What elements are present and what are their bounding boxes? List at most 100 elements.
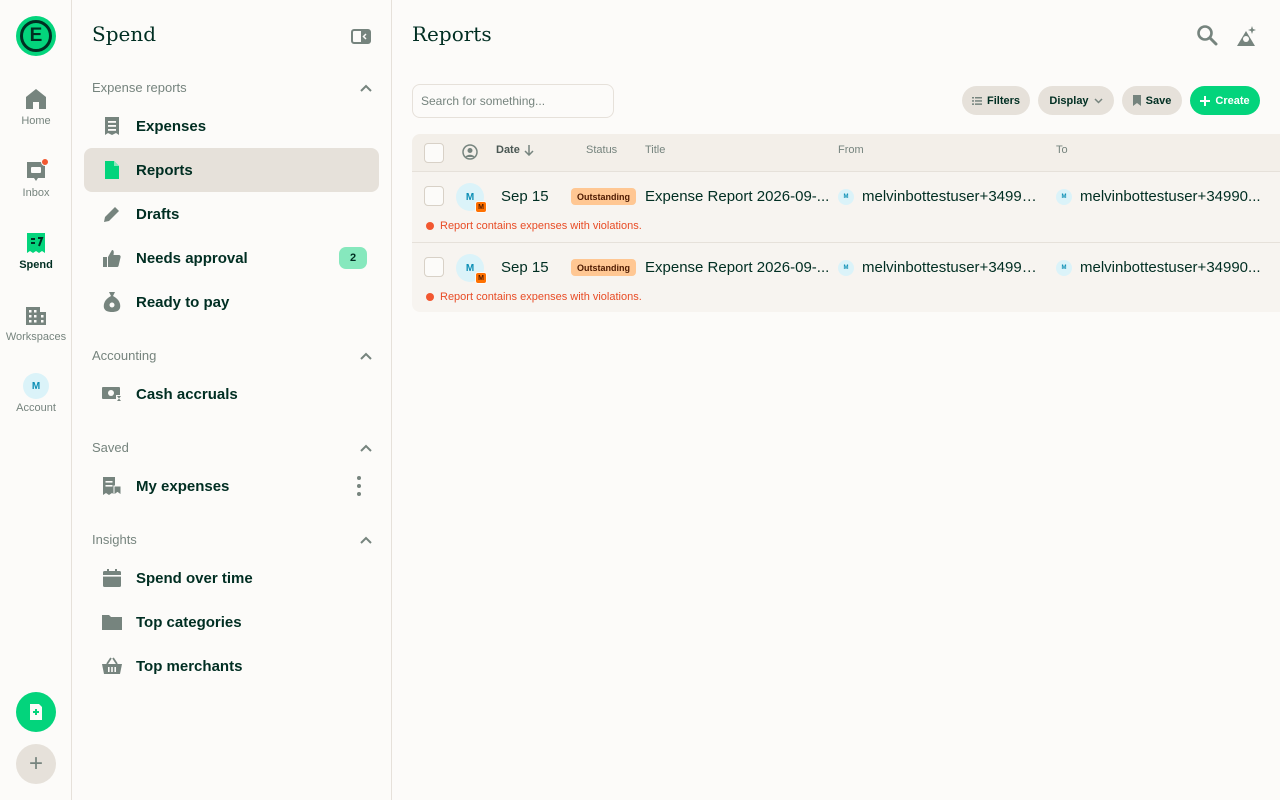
column-header-from[interactable]: From <box>838 144 864 156</box>
display-button[interactable]: Display <box>1038 86 1114 115</box>
sidebar-item-label: Drafts <box>136 205 180 223</box>
section-label: Insights <box>92 532 137 547</box>
sidebar-item-needs-approval[interactable]: Needs approval 2 <box>84 236 379 280</box>
column-header-status[interactable]: Status <box>586 144 617 156</box>
column-header-date[interactable]: Date <box>496 144 534 156</box>
saved-search-icon <box>100 474 124 498</box>
error-dot-icon <box>426 222 434 230</box>
save-button[interactable]: Save <box>1122 86 1182 115</box>
sidebar-item-top-categories[interactable]: Top categories <box>84 600 379 644</box>
money-bag-icon <box>100 290 124 314</box>
chevron-up-icon <box>360 536 372 544</box>
avatar: M M <box>456 183 487 213</box>
filters-button[interactable]: Filters <box>962 86 1030 115</box>
from-avatar: M <box>838 260 854 277</box>
rail-item-spend[interactable]: Spend <box>0 230 72 271</box>
create-button[interactable]: Create <box>1190 86 1260 115</box>
more-options-icon[interactable] <box>357 476 361 496</box>
search-icon[interactable] <box>1196 24 1220 48</box>
rail-label-spend: Spend <box>19 259 53 271</box>
search-input[interactable] <box>412 84 614 118</box>
to-text: melvinbottestuser+34990... <box>1080 259 1261 276</box>
collapse-sidebar-icon[interactable] <box>351 29 371 44</box>
building-icon <box>23 302 49 328</box>
row-checkbox[interactable] <box>424 186 444 206</box>
sidebar-item-spend-over-time[interactable]: Spend over time <box>84 556 379 600</box>
rail-label-home: Home <box>21 115 51 127</box>
section-label: Expense reports <box>92 80 187 95</box>
notification-dot <box>41 158 49 166</box>
inbox-icon <box>23 158 49 184</box>
date-cell: Sep 15 <box>501 188 549 205</box>
to-text: melvinbottestuser+34990... <box>1080 188 1261 205</box>
count-badge: 2 <box>339 247 367 269</box>
sidebar-item-expenses[interactable]: Expenses <box>84 104 379 148</box>
new-expense-button[interactable] <box>16 692 56 732</box>
page-title: Reports <box>412 22 492 46</box>
section-saved[interactable]: Saved <box>92 440 372 455</box>
rail-item-inbox[interactable]: Inbox <box>0 158 72 199</box>
avatar-letter: M <box>465 262 475 274</box>
sidebar-item-drafts[interactable]: Drafts <box>84 192 379 236</box>
avatar: M M <box>456 254 487 284</box>
error-dot-icon <box>426 293 434 301</box>
column-header-title[interactable]: Title <box>645 144 665 156</box>
sidebar-item-label: Needs approval <box>136 249 248 267</box>
sidebar-item-top-merchants[interactable]: Top merchants <box>84 644 379 688</box>
reports-table: Date Status Title From To M M Sep 15 Out… <box>412 134 1280 312</box>
document-icon <box>100 158 124 182</box>
create-label: Create <box>1215 94 1250 107</box>
to-cell: Mmelvinbottestuser+34990... <box>1056 188 1274 206</box>
plus-icon: + <box>28 750 43 777</box>
section-accounting[interactable]: Accounting <box>92 348 372 363</box>
chevron-down-icon <box>1094 97 1103 104</box>
row-checkbox[interactable] <box>424 257 444 277</box>
rail-item-workspaces[interactable]: Workspaces <box>0 302 72 343</box>
select-all-checkbox[interactable] <box>424 143 444 163</box>
column-header-to[interactable]: To <box>1056 144 1068 156</box>
arrow-down-icon <box>524 144 534 156</box>
navigation-rail: E Home Inbox Spend Workspaces M Account <box>0 0 72 800</box>
sidebar-item-my-expenses[interactable]: My expenses <box>84 464 379 508</box>
sidebar-item-ready-to-pay[interactable]: Ready to pay <box>84 280 379 324</box>
plus-icon <box>1200 95 1211 106</box>
save-label: Save <box>1145 94 1172 107</box>
rail-item-home[interactable]: Home <box>0 86 72 127</box>
calendar-icon <box>100 566 124 590</box>
logo-letter: E <box>20 20 52 52</box>
to-avatar: M <box>1056 189 1072 206</box>
rail-item-account[interactable]: M Account <box>0 373 72 414</box>
date-cell: Sep 15 <box>501 259 549 276</box>
table-row[interactable]: M M Sep 15 Outstanding Expense Report 20… <box>412 171 1280 242</box>
from-avatar: M <box>838 189 854 206</box>
chevron-up-icon <box>360 444 372 452</box>
section-insights[interactable]: Insights <box>92 532 372 547</box>
cash-accruals-icon <box>100 382 124 406</box>
rail-label-workspaces: Workspaces <box>5 331 67 343</box>
title-cell: Expense Report 2026-09-... <box>645 259 830 276</box>
section-label: Saved <box>92 440 129 455</box>
section-expense-reports[interactable]: Expense reports <box>92 80 372 95</box>
avatar-letter: M <box>465 191 475 203</box>
rail-label-inbox: Inbox <box>22 187 50 199</box>
table-header: Date Status Title From To <box>412 134 1280 171</box>
add-button[interactable]: + <box>16 744 56 784</box>
section-label: Accounting <box>92 348 157 363</box>
concierge-icon[interactable] <box>1234 24 1258 48</box>
receipt-icon <box>23 230 49 256</box>
shopping-basket-icon <box>100 654 124 678</box>
sidebar-item-cash-accruals[interactable]: Cash accruals <box>84 372 379 416</box>
from-cell: Mmelvinbottestuser+34990... <box>838 259 1042 277</box>
from-text: melvinbottestuser+34990... <box>862 188 1042 205</box>
sidebar-item-label: Expenses <box>136 117 207 135</box>
to-avatar: M <box>1056 260 1072 277</box>
sidebar-item-label: Reports <box>136 161 193 179</box>
status-badge: Outstanding <box>571 188 636 205</box>
table-row[interactable]: M M Sep 15 Outstanding Expense Report 20… <box>412 242 1280 312</box>
receipt-list-icon <box>100 114 124 138</box>
expensify-logo[interactable]: E <box>16 16 56 56</box>
violation-message: Report contains expenses with violations… <box>426 220 642 232</box>
display-label: Display <box>1049 94 1089 107</box>
sidebar-item-reports[interactable]: Reports <box>84 148 379 192</box>
sidebar-item-label: Top merchants <box>136 657 243 675</box>
